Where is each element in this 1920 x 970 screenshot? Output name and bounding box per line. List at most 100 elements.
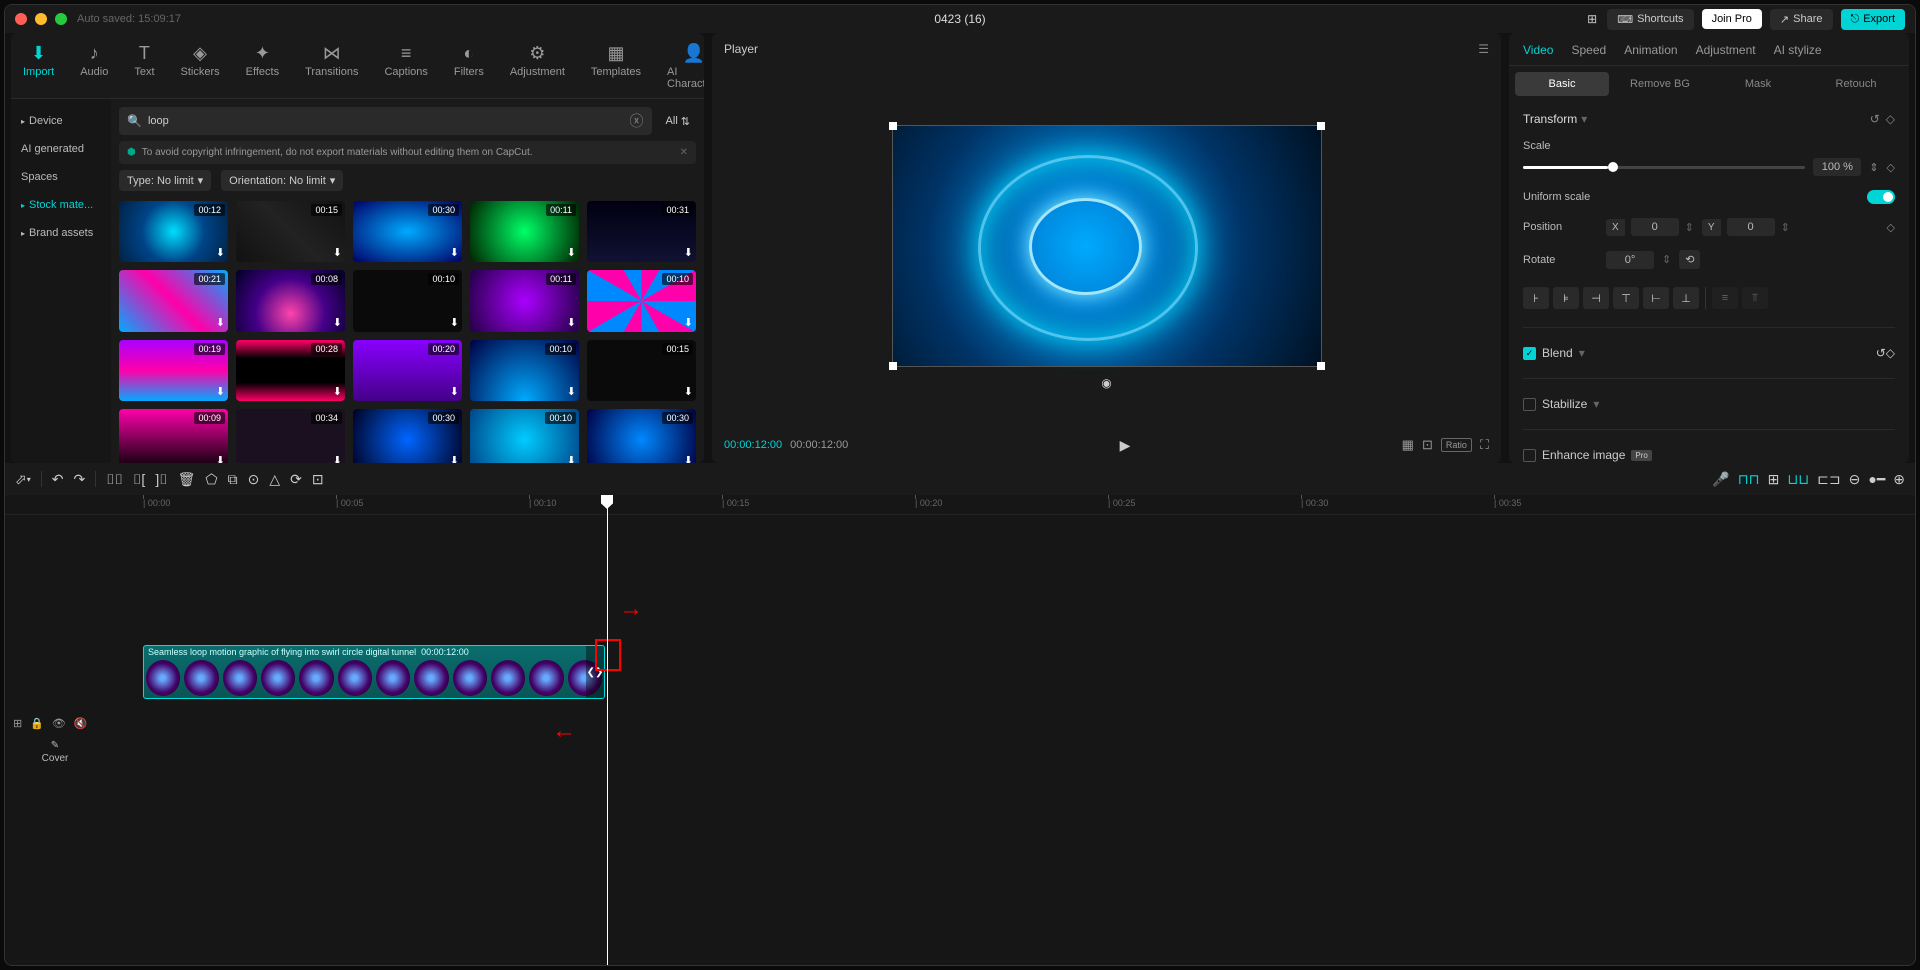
stock-thumbnail[interactable]: 00:10⬇ <box>470 409 579 463</box>
align-top-icon[interactable]: ⊤ <box>1613 287 1639 309</box>
sidebar-item-stock-mate-[interactable]: ▸Stock mate... <box>11 191 111 219</box>
top-tab-ai-characters[interactable]: 👤AI Characters <box>663 39 704 98</box>
redo-icon[interactable]: ↷ <box>73 471 85 488</box>
delete-icon[interactable]: 🗑 <box>178 471 196 488</box>
trim-left-icon[interactable]: ⌷[ <box>133 471 145 488</box>
rotate-icon[interactable]: ⟳ <box>290 471 302 488</box>
blend-reset-icon[interactable]: ↺ <box>1876 346 1886 360</box>
rotate-stepper[interactable]: ⇕ <box>1662 253 1671 266</box>
position-keyframe-icon[interactable]: ◇ <box>1887 221 1895 234</box>
align-center-v-icon[interactable]: ⊢ <box>1643 287 1669 309</box>
timeline-body[interactable]: | 00:00| 00:05| 00:10| 00:15| 00:20| 00:… <box>5 495 1915 965</box>
type-filter-dropdown[interactable]: Type: No limit▾ <box>119 170 211 191</box>
download-icon[interactable]: ⬇ <box>333 454 342 463</box>
top-tab-transitions[interactable]: ⋈Transitions <box>301 39 362 98</box>
download-icon[interactable]: ⬇ <box>567 385 576 398</box>
sub-tab-retouch[interactable]: Retouch <box>1809 72 1903 96</box>
stock-thumbnail[interactable]: 00:20⬇ <box>353 340 462 401</box>
magnet-on-icon[interactable]: ⊓⊓ <box>1738 471 1760 488</box>
enhance-checkbox[interactable] <box>1523 449 1536 462</box>
undo-icon[interactable]: ↶ <box>52 471 64 488</box>
top-tab-captions[interactable]: ≡Captions <box>380 39 431 98</box>
download-icon[interactable]: ⬇ <box>450 316 459 329</box>
timeline-ruler[interactable]: | 00:00| 00:05| 00:10| 00:15| 00:20| 00:… <box>5 495 1915 515</box>
stock-thumbnail[interactable]: 00:12⬇ <box>119 201 228 262</box>
download-icon[interactable]: ⬇ <box>567 454 576 463</box>
stock-thumbnail[interactable]: 00:09⬇ <box>119 409 228 463</box>
download-icon[interactable]: ⬇ <box>450 454 459 463</box>
download-icon[interactable]: ⬇ <box>216 454 225 463</box>
inspector-tab-video[interactable]: Video <box>1523 43 1553 57</box>
select-tool-icon[interactable]: ⬀▾ <box>15 471 31 488</box>
download-icon[interactable]: ⬇ <box>567 316 576 329</box>
download-icon[interactable]: ⬇ <box>450 246 459 259</box>
trim-right-icon[interactable]: ]⌷ <box>155 471 167 488</box>
stock-thumbnail[interactable]: 00:15⬇ <box>236 201 345 262</box>
player-menu-icon[interactable]: ☰ <box>1478 42 1489 56</box>
snap-on-icon[interactable]: ⊔⊔ <box>1787 471 1809 488</box>
video-clip[interactable]: Seamless loop motion graphic of flying i… <box>143 645 605 699</box>
orientation-filter-dropdown[interactable]: Orientation: No limit▾ <box>221 170 343 191</box>
stock-thumbnail[interactable]: 00:34⬇ <box>236 409 345 463</box>
rotate-handle-icon[interactable]: ◉ <box>1101 376 1111 390</box>
keyframe-icon[interactable]: ◇ <box>1886 112 1895 126</box>
position-x-input[interactable]: 0 <box>1631 218 1679 236</box>
download-icon[interactable]: ⬇ <box>216 385 225 398</box>
download-icon[interactable]: ⬇ <box>567 246 576 259</box>
top-tab-filters[interactable]: ◐Filters <box>450 39 488 98</box>
stock-thumbnail[interactable]: 00:11⬇ <box>470 270 579 331</box>
inspector-tab-ai-stylize[interactable]: AI stylize <box>1774 43 1822 57</box>
crop-icon[interactable]: ⊡ <box>1422 437 1433 453</box>
mirror-icon[interactable]: △ <box>269 471 280 488</box>
layout-icon[interactable]: ⊞ <box>1585 12 1599 26</box>
align-left-icon[interactable]: ⊦ <box>1523 287 1549 309</box>
playhead[interactable] <box>607 495 608 965</box>
top-tab-stickers[interactable]: ◈Stickers <box>177 39 224 98</box>
stock-thumbnail[interactable]: 00:30⬇ <box>587 409 696 463</box>
video-preview[interactable]: ◉ <box>892 125 1322 367</box>
uniform-scale-toggle[interactable] <box>1867 190 1895 204</box>
resize-handle-tl[interactable] <box>889 122 897 130</box>
blend-keyframe-icon[interactable]: ◇ <box>1886 346 1895 360</box>
position-y-input[interactable]: 0 <box>1727 218 1775 236</box>
download-icon[interactable]: ⬇ <box>333 385 342 398</box>
align-center-h-icon[interactable]: ⊧ <box>1553 287 1579 309</box>
share-button[interactable]: ↗Share <box>1770 9 1833 30</box>
stock-thumbnail[interactable]: 00:19⬇ <box>119 340 228 401</box>
copy-icon[interactable]: ⧉ <box>228 471 238 488</box>
download-icon[interactable]: ⬇ <box>333 246 342 259</box>
sidebar-item-ai-generated[interactable]: AI generated <box>11 135 111 163</box>
track-lock-icon[interactable]: 🔒 <box>30 717 44 730</box>
sub-tab-basic[interactable]: Basic <box>1515 72 1609 96</box>
scale-slider[interactable] <box>1523 166 1805 169</box>
sidebar-item-device[interactable]: ▸Device <box>11 107 111 135</box>
export-button[interactable]: ⎋Export <box>1841 9 1906 30</box>
stock-thumbnail[interactable]: 00:31⬇ <box>587 201 696 262</box>
quality-icon[interactable]: ▦ <box>1402 437 1414 453</box>
zoom-out-icon[interactable]: ⊖ <box>1849 471 1861 488</box>
scale-keyframe-icon[interactable]: ◇ <box>1887 161 1895 174</box>
top-tab-templates[interactable]: ▦Templates <box>587 39 645 98</box>
link-icon[interactable]: ⊞ <box>1768 471 1780 488</box>
track-expand-icon[interactable]: ⊞ <box>13 717 22 730</box>
maximize-window-button[interactable] <box>55 13 67 25</box>
top-tab-adjustment[interactable]: ⚙Adjustment <box>506 39 569 98</box>
align-right-icon[interactable]: ⊣ <box>1583 287 1609 309</box>
download-icon[interactable]: ⬇ <box>216 316 225 329</box>
reset-icon[interactable]: ↺ <box>1870 112 1880 126</box>
blend-checkbox[interactable]: ✓ <box>1523 347 1536 360</box>
sidebar-item-brand-assets[interactable]: ▸Brand assets <box>11 219 111 247</box>
top-tab-text[interactable]: TText <box>130 39 158 98</box>
resize-handle-br[interactable] <box>1317 362 1325 370</box>
split-icon[interactable]: ⌷⌷ <box>106 471 123 488</box>
top-tab-import[interactable]: ⬇Import <box>19 39 58 98</box>
stock-thumbnail[interactable]: 00:08⬇ <box>236 270 345 331</box>
reverse-icon[interactable]: ⊙ <box>248 471 260 488</box>
download-icon[interactable]: ⬇ <box>684 454 693 463</box>
stock-thumbnail[interactable]: 00:11⬇ <box>470 201 579 262</box>
scale-stepper[interactable]: ⇕ <box>1869 161 1878 174</box>
scale-value-input[interactable]: 100 % <box>1813 158 1861 176</box>
zoom-in-icon[interactable]: ⊕ <box>1893 471 1905 488</box>
stock-thumbnail[interactable]: 00:28⬇ <box>236 340 345 401</box>
top-tab-effects[interactable]: ✦Effects <box>242 39 283 98</box>
